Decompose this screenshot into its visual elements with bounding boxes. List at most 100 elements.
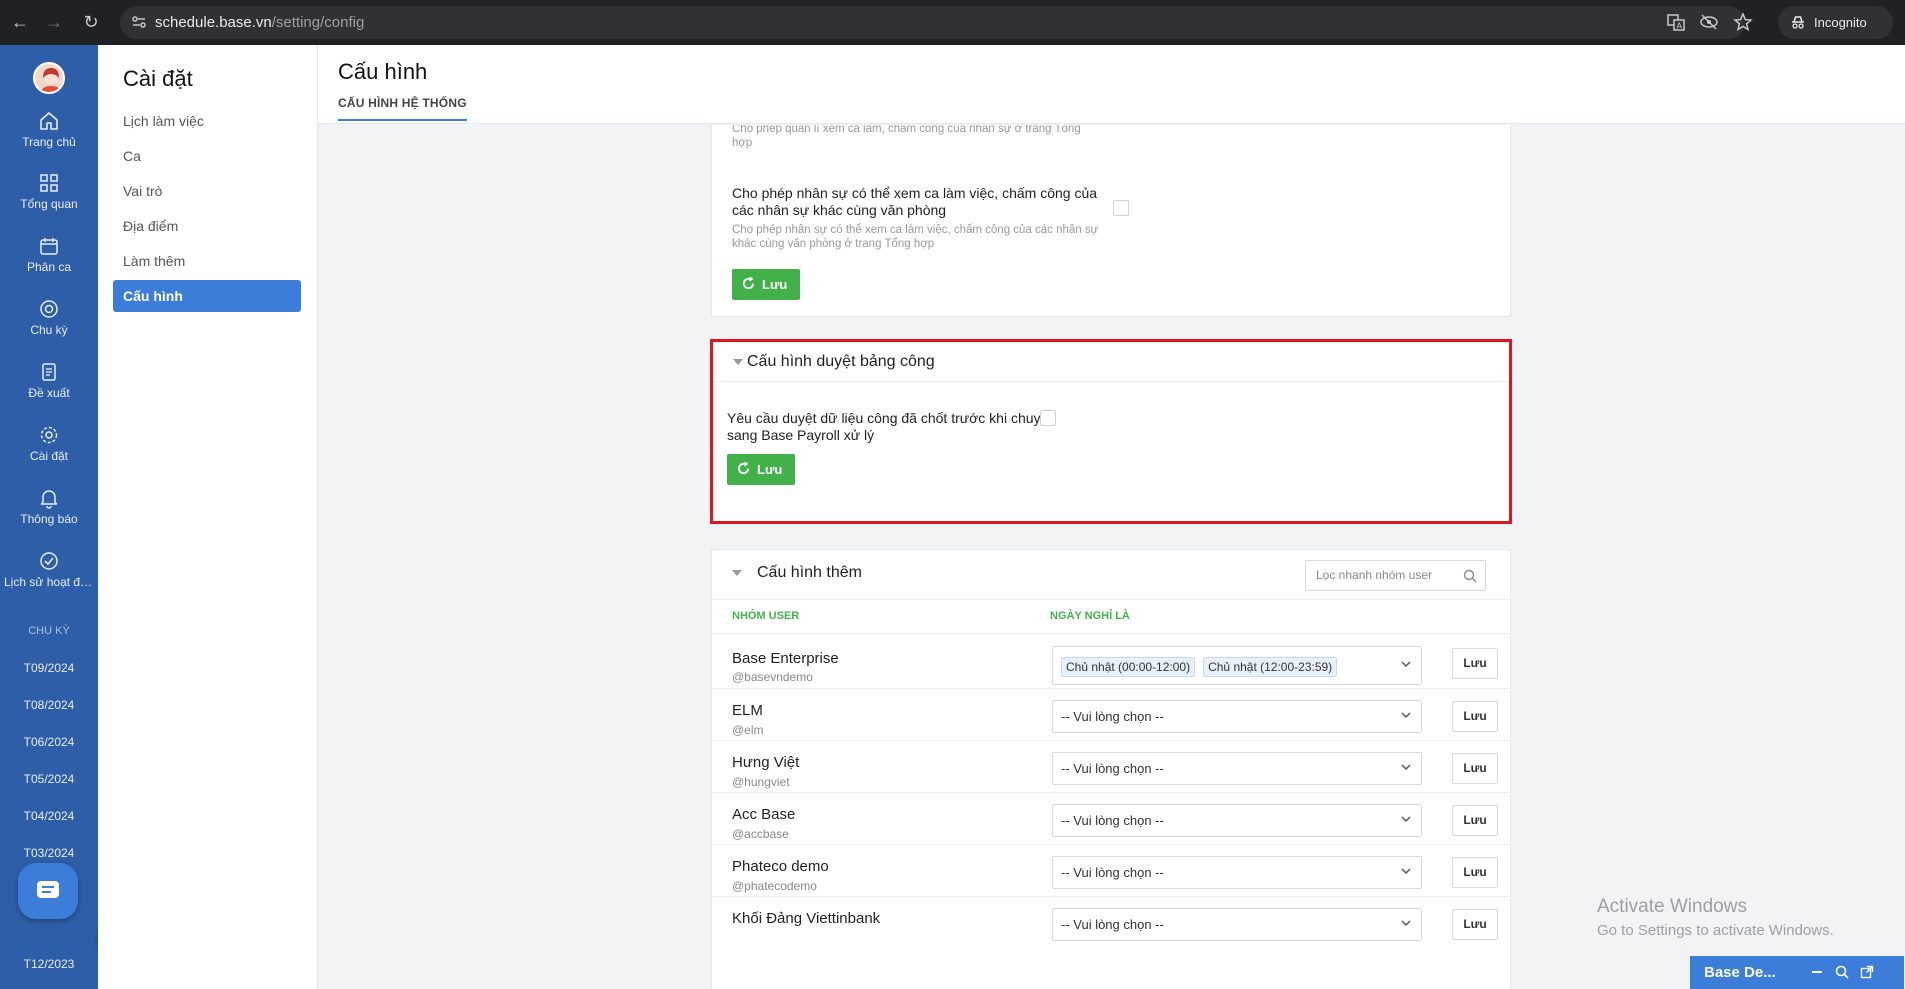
table-row: Acc Base @accbase -- Vui lòng chọn -- Lư…: [712, 792, 1512, 844]
cycle-icon: [40, 300, 58, 318]
cycle-item[interactable]: T09/2024: [0, 661, 98, 675]
group-name: Base Enterprise: [732, 650, 839, 667]
save-button[interactable]: Lưu: [727, 454, 795, 485]
row-save-button[interactable]: Lưu: [1452, 805, 1498, 836]
nav-item-overview[interactable]: Tổng quan: [0, 172, 98, 232]
back-icon[interactable]: ←: [9, 11, 31, 33]
document-icon: [42, 363, 56, 381]
nav-item-notifications[interactable]: Thông báo: [0, 487, 98, 547]
eye-off-icon[interactable]: [1698, 11, 1720, 33]
settings-item-schedule[interactable]: Lịch làm việc: [113, 105, 301, 137]
nav-item-settings[interactable]: Cài đặt: [0, 424, 98, 484]
card-title: Cấu hình thêm: [757, 564, 862, 581]
row-save-button[interactable]: Lưu: [1452, 648, 1498, 679]
search-icon[interactable]: [1835, 965, 1849, 979]
collapse-caret-icon[interactable]: [732, 570, 742, 576]
dayoff-select[interactable]: -- Vui lòng chọn --: [1052, 908, 1422, 941]
content-area[interactable]: Cho phép quản lí xem ca làm, chấm công c…: [318, 125, 1905, 989]
cycle-item[interactable]: T12/2023: [0, 957, 98, 971]
dayoff-select[interactable]: -- Vui lòng chọn --: [1052, 700, 1422, 733]
cycle-item[interactable]: T08/2024: [0, 698, 98, 712]
dayoff-tag[interactable]: Chủ nhật (00:00-12:00): [1061, 656, 1196, 677]
table-row: Phateco demo @phatecodemo -- Vui lòng ch…: [712, 844, 1512, 896]
nav-item-home[interactable]: Trang chủ: [0, 110, 98, 170]
browser-toolbar: ← → ↻ schedule.base.vn/setting/config A …: [0, 0, 1905, 45]
row-save-button[interactable]: Lưu: [1452, 909, 1498, 940]
gear-icon: [40, 426, 58, 444]
reload-icon[interactable]: ↻: [80, 11, 102, 33]
config-card-timesheet-approval: Cấu hình duyệt bảng công Yêu cầu duyệt d…: [710, 339, 1512, 524]
group-handle: @basevndemo: [732, 670, 813, 684]
chevron-down-icon: [1401, 816, 1411, 823]
chevron-down-icon: [1401, 661, 1411, 668]
nav-item-cycle[interactable]: Chu kỳ: [0, 298, 98, 358]
nav-item-shift[interactable]: Phân ca: [0, 235, 98, 295]
external-link-icon[interactable]: [1860, 965, 1874, 979]
cycle-item[interactable]: T06/2024: [0, 735, 98, 749]
chevron-down-icon: [1401, 764, 1411, 771]
incognito-indicator[interactable]: Incognito: [1778, 6, 1893, 39]
check-circle-icon: [40, 552, 58, 570]
chevron-down-icon: [1401, 712, 1411, 719]
group-handle: @elm: [732, 723, 764, 737]
table-row: ELM @elm -- Vui lòng chọn -- Lưu: [712, 688, 1512, 740]
option-title: Cho phép nhân sự có thể xem ca làm việc,…: [732, 185, 1098, 218]
settings-item-location[interactable]: Địa điểm: [113, 210, 301, 242]
dayoff-select[interactable]: -- Vui lòng chọn --: [1052, 752, 1422, 785]
dayoff-tag[interactable]: Chủ nhật (12:00-23:59): [1203, 656, 1338, 677]
settings-item-config[interactable]: Cấu hình: [113, 280, 301, 312]
address-bar[interactable]: schedule.base.vn/setting/config: [120, 6, 1745, 39]
settings-item-shift[interactable]: Ca: [113, 140, 301, 172]
base-demo-widget[interactable]: Base De...: [1690, 956, 1904, 989]
minimize-icon[interactable]: [1810, 965, 1824, 979]
cycle-item[interactable]: T03/2024: [0, 846, 98, 860]
settings-item-overtime[interactable]: Làm thêm: [113, 245, 301, 277]
grid-icon: [40, 174, 58, 192]
group-name: Acc Base: [732, 806, 796, 823]
table-row: Base Enterprise @basevndemo Chủ nhật (00…: [712, 633, 1512, 688]
cycle-item[interactable]: T05/2024: [0, 772, 98, 786]
bookmark-star-icon[interactable]: [1732, 11, 1754, 33]
settings-item-role[interactable]: Vai trò: [113, 175, 301, 207]
filter-group-input[interactable]: Lọc nhanh nhóm user: [1305, 560, 1486, 591]
row-save-button[interactable]: Lưu: [1452, 857, 1498, 888]
require-approval-checkbox[interactable]: [1040, 410, 1056, 426]
incognito-icon: [1792, 16, 1804, 29]
group-name: ELM: [732, 702, 763, 719]
app-sidebar: Trang chủ Tổng quan Phân ca Chu kỳ Đề xu…: [0, 45, 98, 989]
page-header: Cấu hình CẤU HÌNH HỆ THỐNG: [318, 45, 1905, 124]
windows-activation-watermark: Activate Windows Go to Settings to activ…: [1597, 896, 1834, 939]
search-icon: [1463, 569, 1477, 583]
column-header-dayoff: NGÀY NGHỈ LÀ: [1050, 610, 1130, 622]
translate-icon[interactable]: A: [1665, 11, 1687, 33]
nav-item-proposal[interactable]: Đề xuất: [0, 361, 98, 421]
option-title: Yêu cầu duyệt dữ liệu công đã chốt trước…: [727, 410, 1057, 443]
tab-system-config[interactable]: CẤU HÌNH HỆ THỐNG: [338, 96, 467, 121]
option-description: Cho phép nhân sự có thể xem ca làm việc,…: [732, 224, 1099, 250]
divider: [713, 381, 1509, 382]
row-save-button[interactable]: Lưu: [1452, 701, 1498, 732]
group-name: Hưng Việt: [732, 754, 800, 771]
forward-icon[interactable]: →: [43, 11, 65, 33]
divider: [712, 599, 1510, 600]
nav-item-activity-history[interactable]: Lịch sử hoạt động: [0, 550, 98, 610]
collapse-caret-icon[interactable]: [733, 359, 743, 365]
view-colleagues-checkbox[interactable]: [1113, 200, 1129, 216]
chevron-down-icon: [1401, 920, 1411, 927]
option-description: Cho phép quản lí xem ca làm, chấm công c…: [732, 125, 1081, 149]
settings-sidebar: Cài đặt Lịch làm việc Ca Vai trò Địa điể…: [98, 45, 318, 989]
dayoff-select[interactable]: -- Vui lòng chọn --: [1052, 804, 1422, 837]
cycle-item[interactable]: T04/2024: [0, 809, 98, 823]
row-save-button[interactable]: Lưu: [1452, 753, 1498, 784]
chevron-down-icon: [1401, 868, 1411, 875]
dayoff-select[interactable]: -- Vui lòng chọn --: [1052, 856, 1422, 889]
dayoff-select[interactable]: Chủ nhật (00:00-12:00) Chủ nhật (12:00-23…: [1052, 646, 1422, 685]
site-settings-icon[interactable]: [131, 14, 147, 30]
save-button[interactable]: Lưu: [732, 269, 800, 300]
chat-icon: [37, 881, 59, 898]
table-row: Hưng Việt @hungviet -- Vui lòng chọn -- …: [712, 740, 1512, 792]
chat-button[interactable]: [18, 863, 78, 919]
config-card-view: Cho phép quản lí xem ca làm, chấm công c…: [711, 125, 1511, 317]
avatar[interactable]: [33, 62, 65, 94]
settings-title: Cài đặt: [123, 66, 193, 91]
